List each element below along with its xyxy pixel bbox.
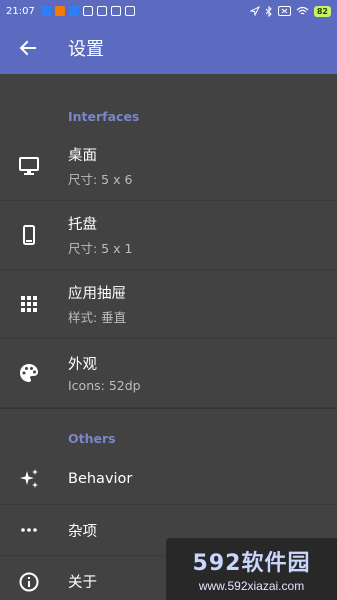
status-bar: 21:07 82 xyxy=(0,0,337,22)
info-icon xyxy=(19,572,39,591)
lock-icon xyxy=(110,6,121,16)
page-title: 设置 xyxy=(68,39,104,60)
item-title: 关于 xyxy=(68,575,97,591)
item-title: 托盘 xyxy=(68,217,97,233)
notification-icon xyxy=(96,6,107,16)
item-title: 杂项 xyxy=(68,523,97,540)
battery-indicator: 82 xyxy=(313,5,331,17)
monitor-icon xyxy=(19,157,39,175)
notification-icon xyxy=(40,6,51,16)
notification-icon xyxy=(82,6,93,16)
item-title: Behavior xyxy=(68,471,133,487)
item-subtitle: 样式: 垂直 xyxy=(68,310,127,325)
app-bar: 设置 xyxy=(0,22,337,74)
notification-icon xyxy=(124,6,135,16)
wifi-icon xyxy=(296,6,309,15)
location-icon xyxy=(249,6,260,16)
settings-item-app-drawer[interactable]: 应用抽屉 样式: 垂直 xyxy=(0,270,337,339)
watermark-logo: 592软件园 xyxy=(192,551,311,576)
status-time: 21:07 xyxy=(6,5,35,17)
bluetooth-icon xyxy=(265,5,272,17)
more-horiz-icon xyxy=(21,528,37,532)
item-title: 应用抽屉 xyxy=(68,286,126,302)
settings-item-desktop[interactable]: 桌面 尺寸: 5 x 6 xyxy=(0,132,337,201)
item-title: 桌面 xyxy=(68,148,97,164)
phone-icon xyxy=(23,225,35,245)
item-subtitle: 尺寸: 5 x 1 xyxy=(68,241,133,256)
item-title: 外观 xyxy=(68,357,97,373)
palette-icon xyxy=(20,364,38,382)
sparkle-icon xyxy=(20,469,38,488)
grid-icon xyxy=(21,296,37,312)
no-sim-icon xyxy=(277,6,291,16)
section-header-interfaces: Interfaces xyxy=(68,109,140,124)
watermark: 592软件园 www.592xiazai.com xyxy=(166,538,337,600)
settings-item-behavior[interactable]: Behavior xyxy=(0,454,337,505)
back-button[interactable] xyxy=(16,36,40,60)
settings-item-appearance[interactable]: 外观 Icons: 52dp xyxy=(0,339,337,408)
notification-icon xyxy=(68,6,79,16)
settings-item-dock[interactable]: 托盘 尺寸: 5 x 1 xyxy=(0,201,337,270)
item-subtitle: Icons: 52dp xyxy=(68,378,141,393)
section-header-others: Others xyxy=(68,431,116,446)
notification-icon xyxy=(54,6,65,16)
watermark-url: www.592xiazai.com xyxy=(198,579,305,593)
arrow-back-icon xyxy=(19,40,36,56)
item-subtitle: 尺寸: 5 x 6 xyxy=(68,172,133,187)
